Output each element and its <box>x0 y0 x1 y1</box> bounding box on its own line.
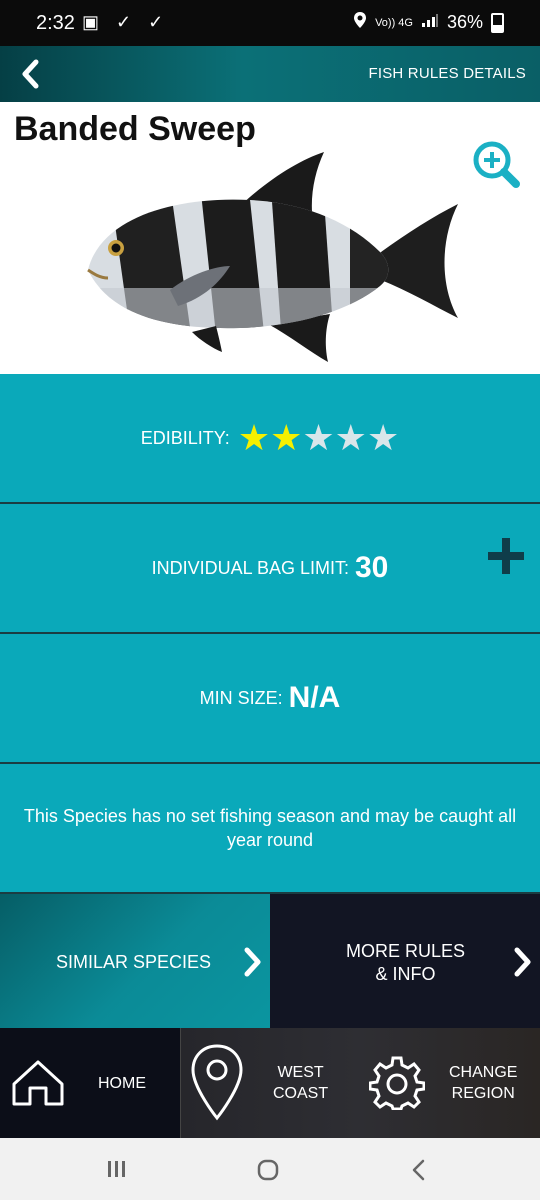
min-size-value: N/A <box>288 681 341 714</box>
location-pin-icon[interactable] <box>189 1042 245 1122</box>
min-size-label: MIN SIZE: <box>199 687 283 708</box>
status-right: Vo)) 4G 36% <box>353 11 504 34</box>
season-text: This Species has no set fishing season a… <box>23 806 517 850</box>
back-arrow-icon[interactable] <box>408 1158 430 1182</box>
bag-limit-value: 30 <box>355 551 389 584</box>
change-region-line2: REGION <box>451 1085 515 1102</box>
signal-icon <box>421 12 439 33</box>
bag-limit-label: INDIVIDUAL BAG LIMIT: <box>151 557 349 578</box>
star-empty-icon: ★ <box>302 417 335 458</box>
star-empty-icon: ★ <box>334 417 367 458</box>
bag-limit-row: INDIVIDUAL BAG LIMIT: 30 <box>0 504 540 634</box>
region-line1: WEST <box>277 1064 324 1081</box>
chevron-left-icon <box>22 59 39 89</box>
nav-home-label: HOME <box>98 1075 146 1092</box>
home-circle-icon[interactable] <box>256 1158 280 1182</box>
app-header: FISH RULES DETAILS <box>0 46 540 102</box>
fish-illustration <box>87 152 458 362</box>
status-bar: 2:32 ▣ ✓ ✓ Vo)) 4G 36% <box>0 0 540 46</box>
battery-icon <box>491 12 504 33</box>
star-empty-icon: ★ <box>366 417 400 458</box>
season-row: This Species has no set fishing season a… <box>0 764 540 894</box>
back-button[interactable] <box>10 54 50 94</box>
change-region-line1: CHANGE <box>449 1064 518 1081</box>
edibility-row: EDIBILITY: ★ ★ ★ ★ ★ <box>0 374 540 504</box>
battery-percent: 36% <box>446 12 483 32</box>
page-title: FISH RULES DETAILS <box>368 65 526 82</box>
nav-home-button[interactable]: HOME <box>0 1028 181 1138</box>
chevron-right-icon <box>244 947 261 977</box>
recent-apps-icon[interactable] <box>106 1158 128 1180</box>
more-rules-button[interactable]: MORE RULES & INFO <box>270 894 540 1028</box>
fish-name: Banded Sweep <box>14 110 256 148</box>
nav-region-area: WEST COAST CHANGE REGION <box>181 1028 540 1138</box>
fish-panel: Banded Sweep <box>0 102 540 374</box>
bottom-nav: HOME WEST COAST CHANGE REGION <box>0 1028 540 1138</box>
star-filled-icon: ★ <box>237 417 271 458</box>
network-indicator: Vo)) 4G <box>375 16 413 29</box>
similar-species-label: SIMILAR SPECIES <box>56 952 212 972</box>
zoom-in-icon[interactable] <box>472 140 522 190</box>
status-time: 2:32 <box>36 12 75 34</box>
edibility-label: EDIBILITY: <box>140 427 230 448</box>
min-size-row: MIN SIZE: N/A <box>0 634 540 764</box>
system-navigation-bar <box>0 1138 540 1200</box>
similar-species-button[interactable]: SIMILAR SPECIES <box>0 894 270 1028</box>
notification-icons: ▣ ✓ ✓ <box>82 12 170 32</box>
star-filled-icon: ★ <box>270 417 303 458</box>
change-region-button[interactable]: CHANGE REGION <box>449 1062 517 1104</box>
gear-icon[interactable] <box>369 1054 425 1110</box>
region-line2: COAST <box>273 1085 329 1102</box>
edibility-stars: ★ ★ ★ ★ ★ <box>238 420 399 456</box>
home-icon <box>12 1060 64 1106</box>
current-region: WEST COAST <box>273 1062 328 1104</box>
more-rules-label: MORE RULES & INFO <box>346 940 465 986</box>
more-rules-line1: MORE RULES <box>346 941 466 961</box>
expand-plus-button[interactable] <box>486 536 526 576</box>
chevron-right-icon <box>514 947 531 977</box>
location-icon <box>353 11 367 34</box>
more-rules-line2: & INFO <box>375 964 436 984</box>
